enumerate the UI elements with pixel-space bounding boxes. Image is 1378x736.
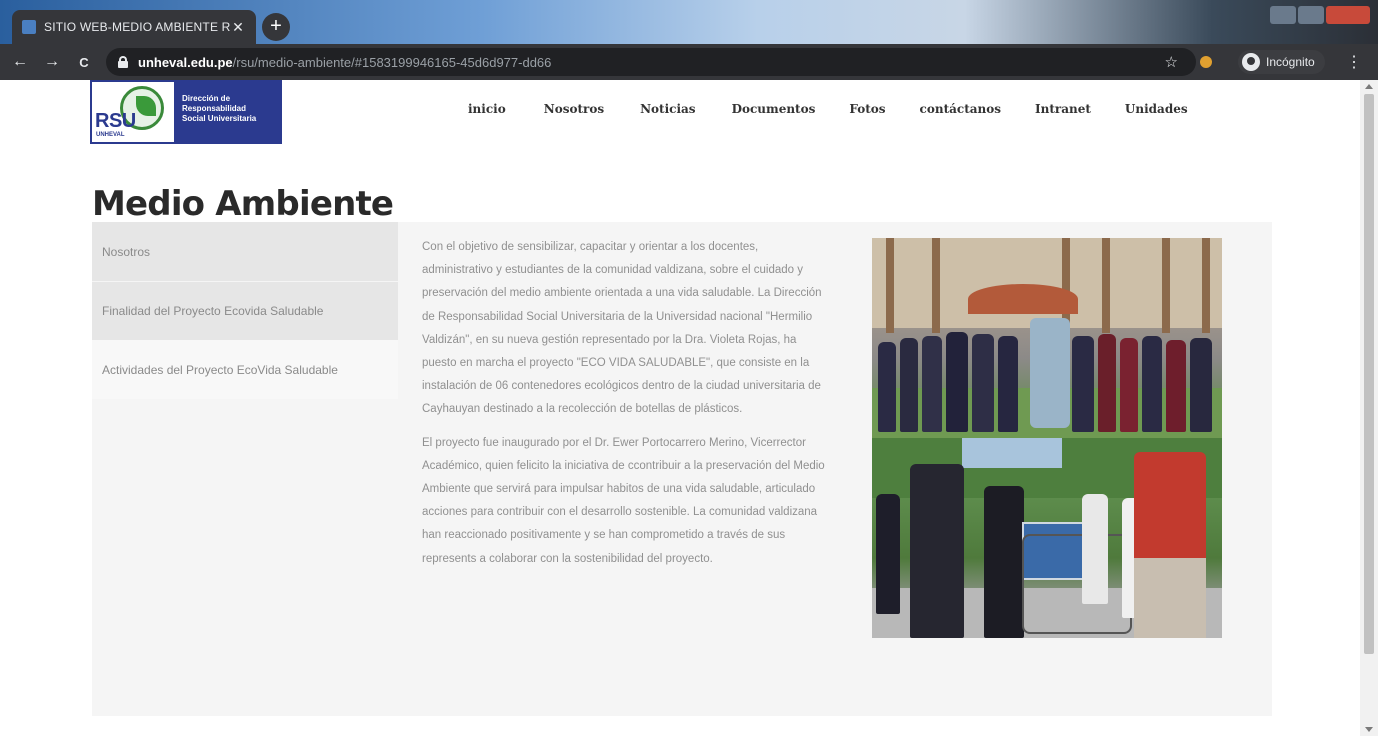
tab-close-icon[interactable]: ✕ (230, 19, 246, 36)
incognito-profile-button[interactable]: Incógnito (1238, 50, 1325, 74)
web-page: RSU UNHEVAL Dirección de Responsabilidad… (0, 80, 1360, 736)
url-host: unheval.edu.pe (138, 54, 233, 70)
url-path: /rsu/medio-ambiente/#1583199946165-45d6d… (232, 54, 552, 70)
browser-menu-icon[interactable]: ⋮ (1346, 52, 1362, 72)
logo-line-1: Dirección de (182, 94, 231, 103)
logo-mark: RSU UNHEVAL (90, 80, 176, 144)
browser-tab[interactable]: SITIO WEB-MEDIO AMBIENTE R ✕ (12, 10, 256, 44)
new-tab-button[interactable]: + (262, 13, 290, 41)
logo-rsu-text: RSU (95, 110, 136, 132)
logo-text: Dirección de Responsabilidad Social Univ… (176, 80, 282, 144)
nav-intranet[interactable]: Intranet (1035, 102, 1091, 116)
nav-noticias[interactable]: Noticias (640, 102, 695, 116)
nav-contactanos[interactable]: contáctanos (920, 102, 1001, 116)
rsu-logo[interactable]: RSU UNHEVAL Dirección de Responsabilidad… (90, 80, 282, 144)
sidebar-item-finalidad[interactable]: Finalidad del Proyecto Ecovida Saludable (92, 281, 398, 340)
browser-toolbar: ← → C unheval.edu.pe/rsu/medio-ambiente/… (0, 44, 1378, 80)
inauguration-photo (872, 438, 1222, 638)
reload-icon[interactable]: C (72, 55, 96, 70)
main-nav: inicio Nosotros Noticias Documentos Foto… (468, 102, 1188, 116)
scroll-up-arrow-icon[interactable] (1365, 84, 1373, 89)
logo-line-2: Responsabilidad (182, 104, 247, 113)
lock-icon (118, 56, 128, 68)
extension-icon[interactable] (1200, 56, 1212, 68)
logo-line-3: Social Universitaria (182, 114, 257, 123)
browser-titlebar: SITIO WEB-MEDIO AMBIENTE R ✕ + (0, 0, 1378, 44)
scroll-thumb[interactable] (1364, 94, 1374, 654)
page-scrollbar[interactable] (1360, 80, 1378, 736)
tab-favicon-icon (22, 20, 36, 34)
nav-nosotros[interactable]: Nosotros (544, 102, 604, 116)
nav-unidades[interactable]: Unidades (1125, 102, 1188, 116)
back-icon[interactable]: ← (8, 53, 32, 71)
profile-label: Incógnito (1266, 55, 1315, 69)
maximize-button[interactable] (1298, 6, 1324, 24)
sidebar-menu: Nosotros Finalidad del Proyecto Ecovida … (92, 222, 398, 400)
window-controls (1270, 6, 1370, 24)
scroll-down-arrow-icon[interactable] (1365, 727, 1373, 732)
article-body: Con el objetivo de sensibilizar, capacit… (422, 236, 832, 581)
forward-icon[interactable]: → (40, 53, 64, 71)
nav-inicio[interactable]: inicio (468, 102, 506, 116)
address-bar[interactable]: unheval.edu.pe/rsu/medio-ambiente/#15831… (106, 48, 1196, 76)
sidebar-item-actividades[interactable]: Actividades del Proyecto EcoVida Saludab… (92, 340, 398, 399)
bookmark-star-icon[interactable]: ☆ (1165, 53, 1178, 71)
sidebar-item-nosotros[interactable]: Nosotros (92, 222, 398, 281)
close-window-button[interactable] (1326, 6, 1370, 24)
group-photo (872, 238, 1222, 438)
tab-title: SITIO WEB-MEDIO AMBIENTE R (44, 20, 230, 34)
nav-documentos[interactable]: Documentos (732, 102, 816, 116)
nav-fotos[interactable]: Fotos (849, 102, 885, 116)
incognito-icon (1242, 53, 1260, 71)
minimize-button[interactable] (1270, 6, 1296, 24)
article-paragraph-1: Con el objetivo de sensibilizar, capacit… (422, 241, 822, 416)
article-paragraph-2: El proyecto fue inaugurado por el Dr. Ew… (422, 436, 825, 565)
page-title: Medio Ambiente (92, 184, 394, 224)
logo-unheval-text: UNHEVAL (96, 132, 125, 138)
